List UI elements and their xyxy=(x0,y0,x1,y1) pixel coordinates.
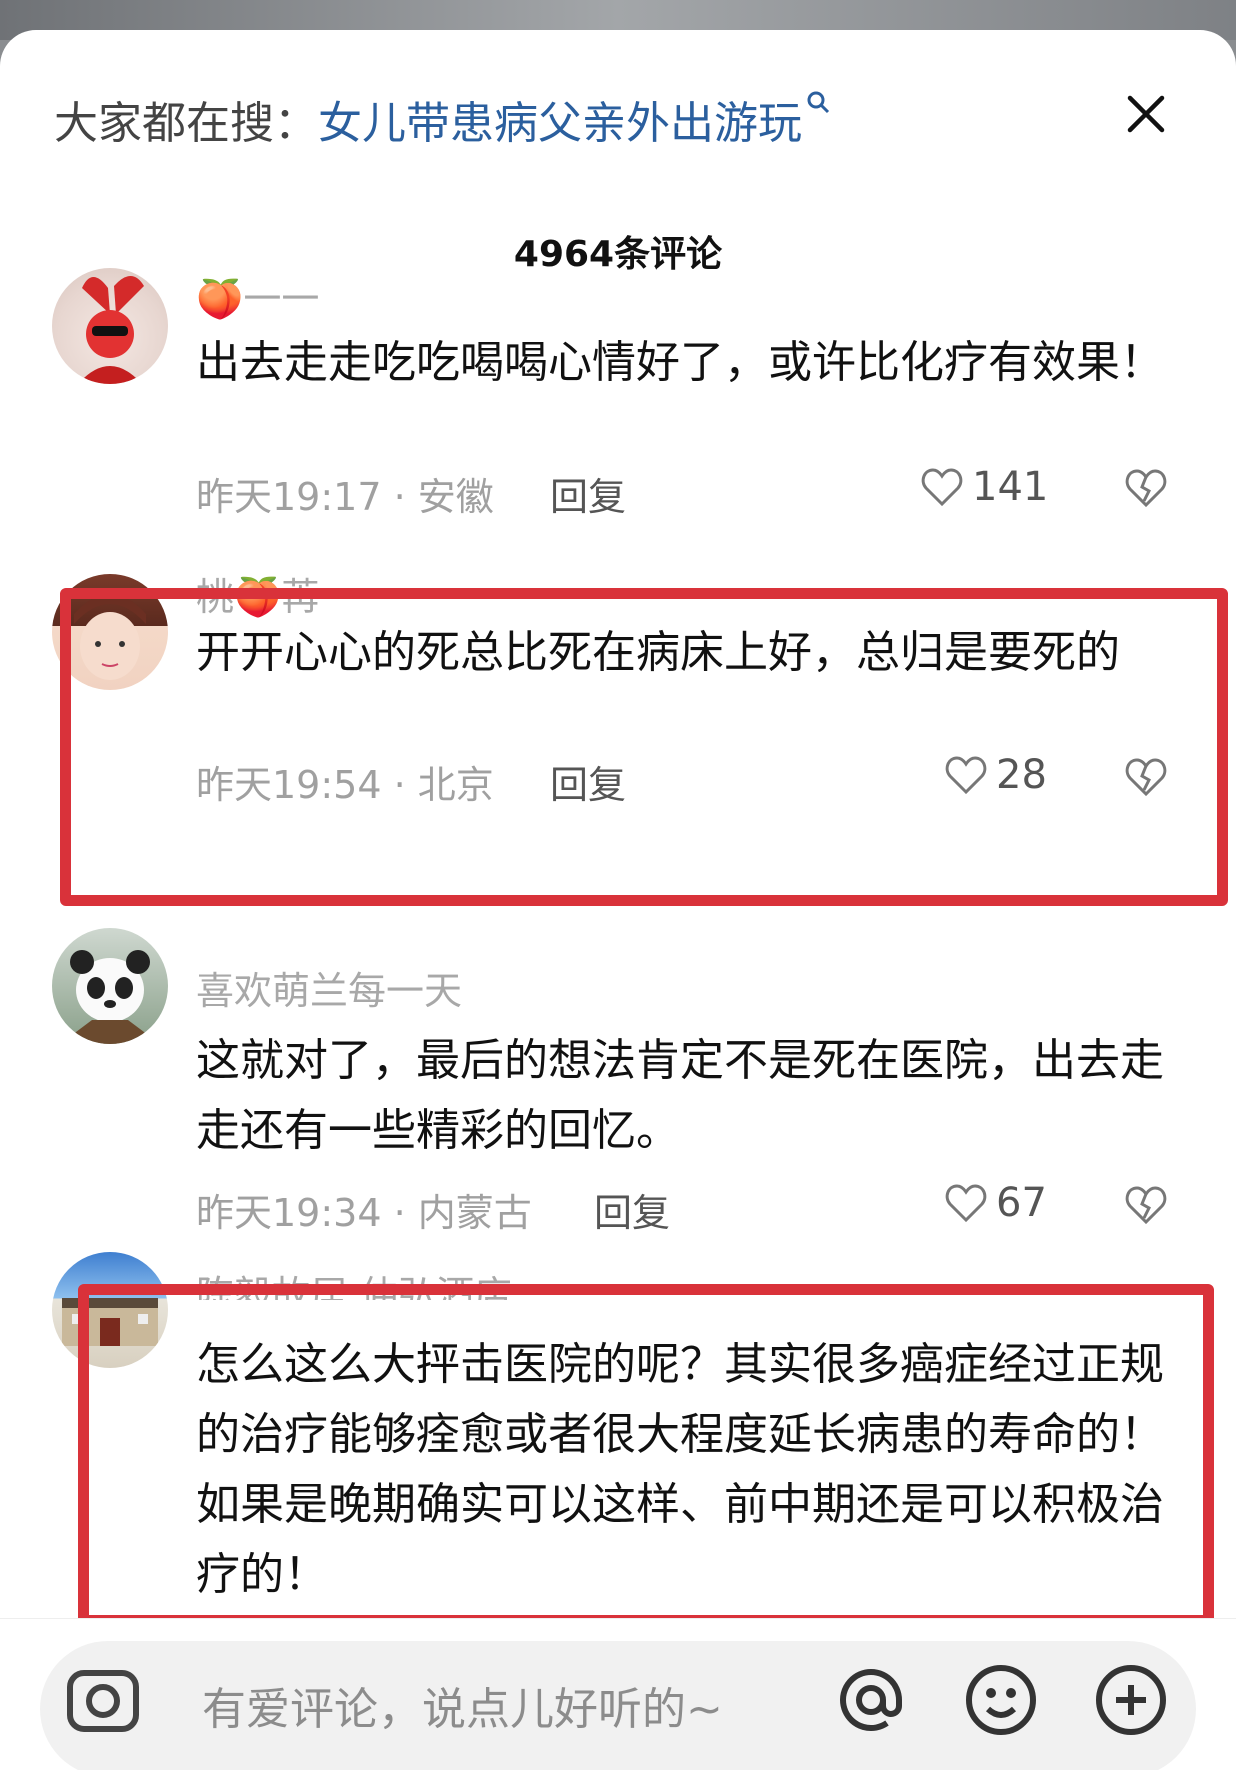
emoji-icon[interactable] xyxy=(962,1661,1040,1739)
trending-search-row[interactable]: 大家都在搜： 女儿带患病父亲外出游玩 xyxy=(54,84,1154,154)
dislike-button[interactable] xyxy=(1124,1184,1168,1230)
heart-icon xyxy=(921,468,963,507)
camera-icon[interactable] xyxy=(64,1661,142,1739)
comment-text: 这就对了，最后的想法肯定不是死在医院，出去走走还有一些精彩的回忆。 xyxy=(196,1035,1164,1156)
like-button[interactable]: 141 xyxy=(920,464,1048,510)
reply-button[interactable]: 回复 xyxy=(594,1182,670,1237)
heart-icon xyxy=(945,1184,987,1223)
search-icon xyxy=(806,90,830,121)
highlight-box xyxy=(60,588,1228,906)
like-count: 67 xyxy=(996,1180,1047,1226)
at-icon[interactable] xyxy=(832,1661,910,1739)
avatar[interactable] xyxy=(52,928,168,1044)
highlight-box xyxy=(78,1284,1214,1626)
comment-composer-bar: 有爱评论，说点儿好听的~ xyxy=(0,1618,1236,1770)
comment-time-location: 昨天19:17 · 安徽 xyxy=(196,475,494,519)
trending-search-link[interactable]: 女儿带患病父亲外出游玩 xyxy=(318,87,802,151)
close-icon[interactable] xyxy=(1120,88,1172,140)
search-prefix-label: 大家都在搜： xyxy=(54,98,318,149)
broken-heart-icon xyxy=(1125,469,1167,508)
plus-icon[interactable] xyxy=(1092,1661,1170,1739)
comment-time-location: 昨天19:34 · 内蒙古 xyxy=(196,1191,532,1235)
dislike-button[interactable] xyxy=(1124,467,1168,513)
like-count: 141 xyxy=(972,464,1049,510)
comment-username[interactable]: 🍑一一 xyxy=(196,268,319,323)
reply-button[interactable]: 回复 xyxy=(550,466,626,521)
comment-count-title: 4964条评论 xyxy=(513,234,723,275)
comment-text: 出去走走吃吃喝喝心情好了，或许比化疗有效果！ xyxy=(196,337,1164,388)
comment-username[interactable]: 喜欢萌兰每一天 xyxy=(196,960,462,1015)
comments-sheet: 大家都在搜： 女儿带患病父亲外出游玩 4964条评论 🍑一一 出去走走吃吃喝喝心… xyxy=(0,30,1236,1770)
comment-input-placeholder[interactable]: 有爱评论，说点儿好听的~ xyxy=(202,1673,723,1737)
avatar[interactable] xyxy=(52,268,168,384)
like-button[interactable]: 67 xyxy=(944,1180,1047,1226)
broken-heart-icon xyxy=(1125,1186,1167,1225)
